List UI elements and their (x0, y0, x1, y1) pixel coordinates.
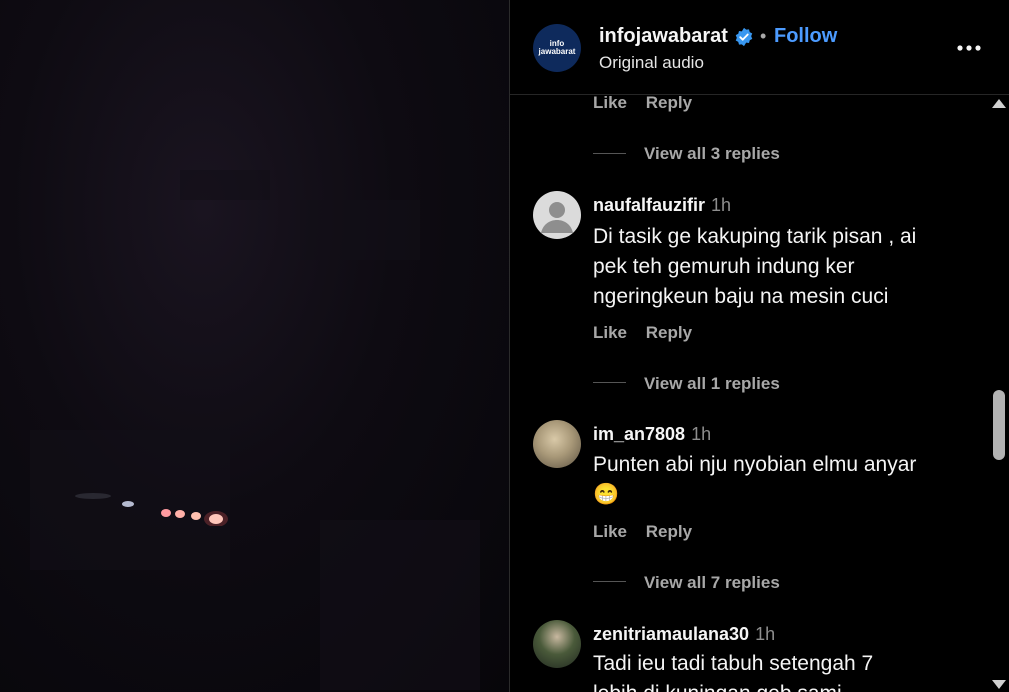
comment-username[interactable]: im_an7808 (593, 424, 685, 444)
grinning-emoji: 😁 (593, 483, 620, 506)
comment-actions: Like Reply (593, 95, 692, 113)
post-header: info jawabarat infojawabarat • Follow Or… (510, 0, 1009, 95)
audio-label[interactable]: Original audio (599, 53, 704, 73)
like-button[interactable]: Like (593, 522, 627, 541)
separator-dot: • (760, 26, 767, 46)
view-replies-button[interactable]: View all 1 replies (644, 374, 780, 394)
default-avatar-icon[interactable] (533, 191, 581, 239)
comment-username[interactable]: zenitriamaulana30 (593, 624, 749, 644)
replies-line (593, 382, 626, 383)
comment-text: Punten abi nju nyobian elmu anyar 😁 (593, 450, 916, 510)
comment-time: 1h (711, 195, 732, 215)
replies-line (593, 153, 626, 154)
comment-actions: Like Reply (593, 323, 692, 343)
more-options-icon[interactable] (956, 36, 982, 60)
user-avatar[interactable] (533, 420, 581, 468)
scroll-up-arrow-icon[interactable] (992, 99, 1006, 108)
video-player[interactable] (0, 0, 509, 692)
comment-actions: Like Reply (593, 522, 692, 542)
video-noise-block (300, 200, 420, 260)
user-avatar[interactable] (533, 620, 581, 668)
account-username[interactable]: infojawabarat (599, 25, 728, 48)
follow-button[interactable]: Follow (774, 25, 837, 48)
scrollbar-thumb[interactable] (993, 390, 1005, 460)
comment-time: 1h (691, 424, 712, 444)
verified-badge-icon (735, 27, 753, 47)
comment-header: zenitriamaulana30 1h (593, 624, 775, 645)
account-avatar[interactable]: info jawabarat (533, 24, 581, 72)
comment-header: im_an7808 1h (593, 424, 711, 445)
comment-text: Tadi ieu tadi tabuh setengah 7 lebih di … (593, 652, 874, 692)
reply-button[interactable]: Reply (646, 522, 692, 541)
light-trail-graphic (75, 493, 228, 526)
like-button[interactable]: Like (593, 95, 627, 112)
video-noise-block (320, 520, 480, 690)
scroll-down-arrow-icon[interactable] (992, 680, 1006, 689)
comments-list: Like Reply View all 3 replies naufalfauz… (510, 95, 990, 692)
comments-panel: info jawabarat infojawabarat • Follow Or… (510, 0, 1009, 692)
comment-username[interactable]: naufalfauzifir (593, 195, 705, 215)
video-noise-block (180, 170, 270, 200)
reply-button[interactable]: Reply (646, 95, 692, 112)
comment-text: Di tasik ge kakuping tarik pisan , ai pe… (593, 225, 917, 308)
comment-header: naufalfauzifir 1h (593, 195, 731, 216)
view-replies-button[interactable]: View all 3 replies (644, 144, 780, 164)
brand-logo: info jawabarat (538, 39, 576, 56)
comment-time: 1h (755, 624, 776, 644)
like-button[interactable]: Like (593, 323, 627, 342)
replies-line (593, 581, 626, 582)
view-replies-button[interactable]: View all 7 replies (644, 573, 780, 593)
reply-button[interactable]: Reply (646, 323, 692, 342)
